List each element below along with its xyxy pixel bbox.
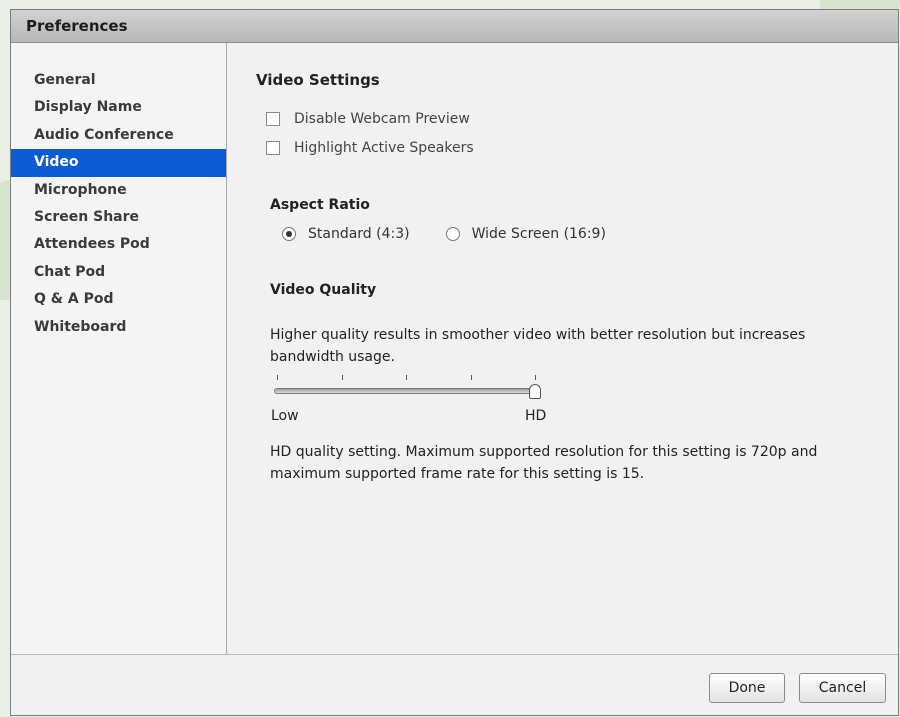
aspect-ratio-group: Standard (4:3) Wide Screen (16:9) (282, 226, 642, 242)
slider-tick (277, 375, 278, 380)
sidebar-item-whiteboard[interactable]: Whiteboard (11, 314, 226, 341)
highlight-active-speakers-option[interactable]: Highlight Active Speakers (266, 140, 474, 156)
slider-thumb[interactable] (529, 384, 541, 399)
sidebar-item-attendees-pod[interactable]: Attendees Pod (11, 231, 226, 258)
sidebar-item-qa-pod[interactable]: Q & A Pod (11, 286, 226, 313)
video-quality-slider[interactable] (274, 375, 541, 401)
category-list: General Display Name Audio Conference Vi… (11, 67, 226, 341)
highlight-active-speakers-label: Highlight Active Speakers (294, 140, 474, 156)
cancel-button[interactable]: Cancel (799, 673, 886, 703)
sidebar: General Display Name Audio Conference Vi… (11, 43, 227, 655)
aspect-widescreen-label: Wide Screen (16:9) (471, 226, 606, 242)
sidebar-item-general[interactable]: General (11, 67, 226, 94)
video-quality-description: Higher quality results in smoother video… (270, 327, 806, 365)
aspect-widescreen-radio[interactable] (445, 227, 460, 241)
slider-track[interactable] (274, 388, 538, 394)
disable-webcam-preview-checkbox[interactable] (266, 112, 280, 126)
sidebar-item-microphone[interactable]: Microphone (11, 177, 226, 204)
video-quality-heading: Video Quality (270, 282, 377, 298)
disable-webcam-preview-option[interactable]: Disable Webcam Preview (266, 111, 470, 127)
done-button[interactable]: Done (709, 673, 785, 703)
slider-tick (535, 375, 536, 380)
slider-tick (341, 375, 343, 380)
dialog-title: Preferences (26, 17, 128, 35)
disable-webcam-preview-label: Disable Webcam Preview (294, 111, 470, 127)
aspect-widescreen-option[interactable]: Wide Screen (16:9) (445, 226, 606, 242)
slider-min-label: Low (271, 408, 299, 424)
sidebar-item-screen-share[interactable]: Screen Share (11, 204, 226, 231)
settings-panel: Video Settings Disable Webcam Preview Hi… (227, 43, 898, 655)
sidebar-item-chat-pod[interactable]: Chat Pod (11, 259, 226, 286)
preferences-dialog: Preferences General Display Name Audio C… (10, 9, 899, 716)
sidebar-item-audio-conference[interactable]: Audio Conference (11, 122, 226, 149)
highlight-active-speakers-checkbox[interactable] (266, 141, 280, 155)
video-quality-info: HD quality setting. Maximum supported re… (270, 444, 818, 482)
video-settings-heading: Video Settings (256, 71, 380, 89)
sidebar-item-display-name[interactable]: Display Name (11, 94, 226, 121)
dialog-footer: Done Cancel (11, 654, 898, 715)
aspect-standard-option[interactable]: Standard (4:3) (282, 226, 410, 242)
slider-tick (470, 375, 472, 380)
slider-tick (406, 375, 407, 380)
aspect-ratio-heading: Aspect Ratio (270, 197, 370, 213)
title-bar: Preferences (11, 10, 898, 43)
sidebar-item-video[interactable]: Video (11, 149, 226, 177)
slider-max-label: HD (525, 408, 547, 424)
aspect-standard-radio[interactable] (282, 227, 296, 241)
aspect-standard-label: Standard (4:3) (308, 226, 410, 242)
